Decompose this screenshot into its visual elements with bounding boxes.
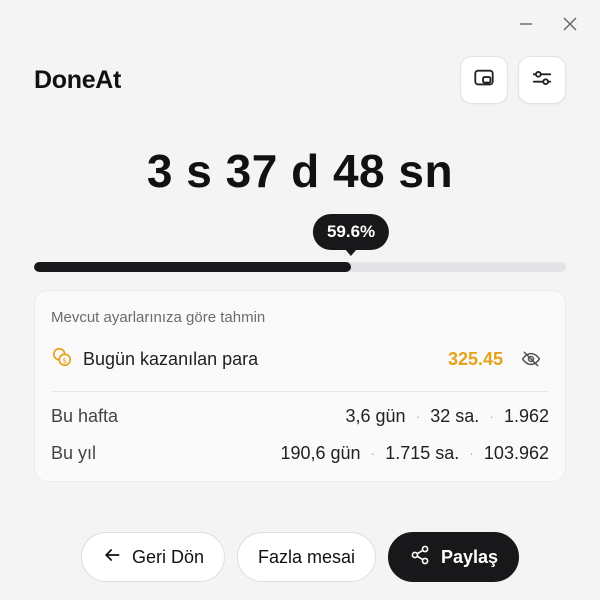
sliders-icon [531,67,553,94]
separator-dot: · [370,445,376,461]
stat-hours: 32 sa. [430,405,480,426]
picture-in-picture-button[interactable] [460,56,508,104]
coins-icon: $ [51,346,73,373]
share-button[interactable]: Paylaş [388,532,520,582]
stat-row-week: Bu hafta 3,6 gün · 32 sa. · 1.962 [51,403,549,429]
window-controls [514,12,582,36]
stat-days: 3,6 gün [345,405,406,426]
eye-off-icon[interactable] [519,347,543,371]
progress-bar [34,262,566,272]
stat-row-year: Bu yıl 190,6 gün · 1.715 sa. · 103.962 [51,440,549,466]
back-button-label: Geri Dön [131,546,204,567]
footer-actions: Geri Dön Fazla mesai Paylaş [0,532,600,582]
earned-today-row: $ Bugün kazanılan para 325.45 [51,345,549,373]
card-divider [51,391,549,392]
separator-dot: · [469,445,474,461]
estimate-caption: Mevcut ayarlarınıza göre tahmin [51,309,266,326]
progress-bar-fill [34,262,352,272]
stat-label: Bu yıl [51,442,97,463]
top-actions [460,56,566,104]
app-title: DoneAt [34,66,122,94]
stat-days: 190,6 gün [280,442,361,463]
stat-values: 190,6 gün · 1.715 sa. · 103.962 [280,443,549,464]
separator-dot: · [415,408,421,424]
close-icon[interactable] [558,12,582,36]
countdown-timer: 3 s 37 d 48 sn [146,145,454,197]
picture-in-picture-icon [473,67,495,94]
svg-text:$: $ [62,355,67,364]
stat-values: 3,6 gün · 32 sa. · 1.962 [346,406,550,427]
earned-today-value: 325.45 [447,348,503,369]
stat-amount: 103.962 [483,442,549,463]
minimize-icon[interactable] [514,12,538,36]
stat-amount: 1.962 [503,405,549,426]
share-button-label: Paylaş [441,546,499,567]
progress-percentage-badge: 59.6% [312,214,390,250]
estimate-card: Mevcut ayarlarınıza göre tahmin $ Bugün … [34,290,566,482]
share-icon [409,544,431,571]
settings-button[interactable] [518,56,566,104]
overtime-button-label: Fazla mesai [257,546,355,567]
overtime-button[interactable]: Fazla mesai [236,532,376,582]
back-button[interactable]: Geri Dön [80,532,225,582]
earned-today-label: Bugün kazanılan para [83,348,259,369]
stat-label: Bu hafta [51,405,119,426]
arrow-left-icon [102,545,122,570]
stat-hours: 1.715 sa. [385,442,460,463]
separator-dot: · [489,408,494,424]
